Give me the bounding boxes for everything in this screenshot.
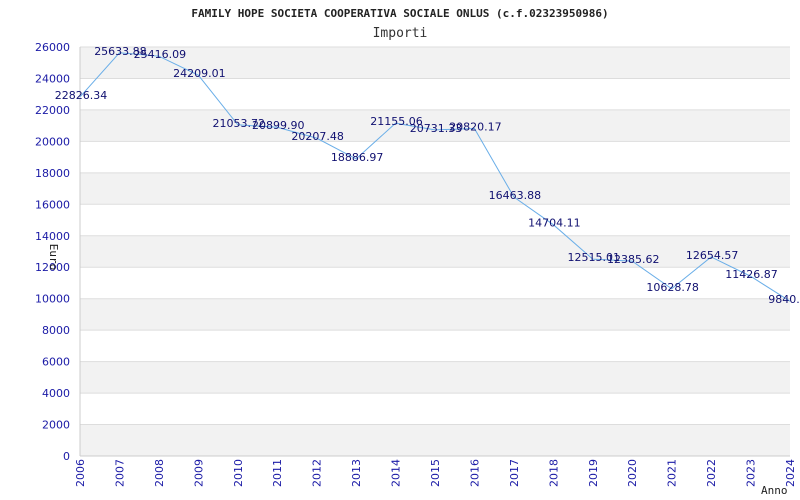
y-tick-label: 18000 [35, 167, 70, 180]
band [80, 172, 790, 205]
x-tick-label: 2024 [784, 459, 797, 487]
x-tick-label: 2018 [547, 459, 560, 487]
data-label: 14704.11 [528, 217, 581, 230]
data-label: 25416.09 [134, 48, 187, 61]
x-tick-label: 2012 [311, 459, 324, 487]
x-axis-title: Anno [761, 484, 788, 497]
line-chart: 0200040006000800010000120001400016000180… [35, 7, 800, 497]
y-tick-label: 8000 [42, 324, 70, 337]
x-tick-labels: 2006 2007 2008 2009 2010 2011 2012 2013 2014 2015… [74, 459, 797, 487]
data-label: 16463.88 [489, 189, 542, 202]
data-label: 9840.40 [768, 293, 800, 306]
data-label: 22826.34 [55, 89, 108, 102]
chart-subtitle: Importi [373, 26, 428, 41]
data-label: 24209.01 [173, 67, 226, 80]
y-tick-label: 4000 [42, 387, 70, 400]
band [80, 235, 790, 268]
band [80, 424, 790, 456]
y-tick-label: 16000 [35, 198, 70, 211]
y-tick-label: 26000 [35, 41, 70, 54]
data-label: 20207.48 [291, 130, 344, 143]
y-tick-label: 24000 [35, 72, 70, 85]
x-tick-label: 2007 [113, 459, 126, 487]
x-tick-label: 2008 [153, 459, 166, 487]
data-label: 12385.62 [607, 253, 660, 266]
y-tick-label: 10000 [35, 293, 70, 306]
x-tick-label: 2006 [74, 459, 87, 487]
data-label: 20820.17 [449, 120, 502, 133]
x-tick-label: 2016 [468, 459, 481, 487]
x-tick-label: 2009 [192, 459, 205, 487]
band [80, 361, 790, 394]
chart-title: FAMILY HOPE SOCIETA COOPERATIVA SOCIALE … [191, 7, 608, 20]
x-tick-label: 2015 [429, 459, 442, 487]
x-tick-label: 2011 [271, 459, 284, 487]
data-label: 10628.78 [646, 281, 699, 294]
x-tick-label: 2020 [626, 459, 639, 487]
data-label: 12654.57 [686, 249, 739, 262]
background-bands [80, 47, 790, 456]
x-tick-label: 2014 [390, 459, 403, 487]
y-tick-label: 6000 [42, 356, 70, 369]
y-tick-label: 20000 [35, 135, 70, 148]
y-tick-label: 0 [63, 450, 70, 463]
x-tick-label: 2013 [350, 459, 363, 487]
x-tick-label: 2019 [587, 459, 600, 487]
data-label: 18886.97 [331, 151, 384, 164]
data-label: 11426.87 [725, 268, 778, 281]
y-tick-label: 22000 [35, 104, 70, 117]
band [80, 298, 790, 331]
x-tick-label: 2017 [508, 459, 521, 487]
y-axis-title: Euro [47, 244, 60, 271]
y-tick-label: 14000 [35, 230, 70, 243]
x-tick-label: 2022 [705, 459, 718, 487]
x-tick-label: 2021 [666, 459, 679, 487]
y-tick-label: 2000 [42, 419, 70, 432]
x-tick-label: 2023 [745, 459, 758, 487]
x-tick-label: 2010 [232, 459, 245, 487]
